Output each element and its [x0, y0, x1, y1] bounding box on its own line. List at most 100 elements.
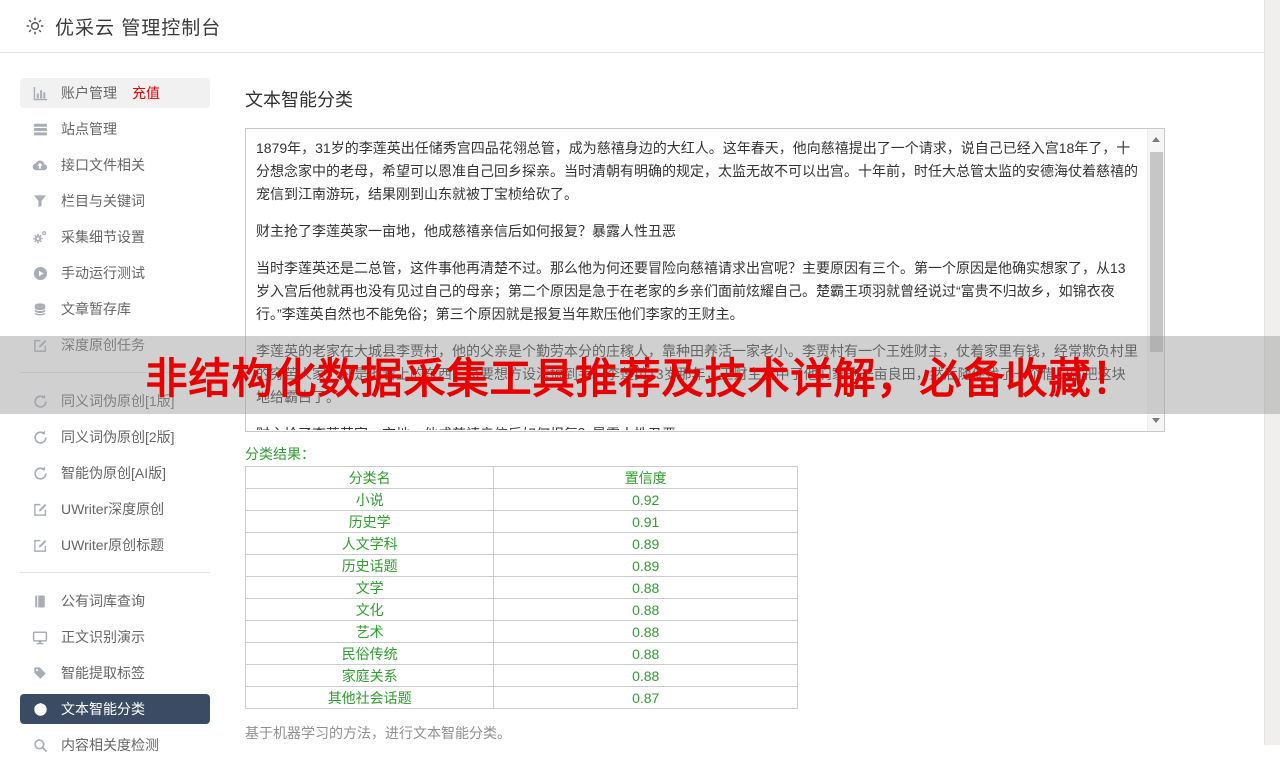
column-header: 分类名 — [244, 466, 495, 489]
app-header: 优采云 管理控制台 — [0, 0, 1280, 53]
watermark-banner: 非结构化数据采集工具推荐及技术详解，必备收藏！ — [0, 336, 1280, 414]
category-cell: 其他社会话题 — [244, 686, 495, 709]
filter-icon — [32, 193, 48, 209]
results-label: 分类结果： — [245, 446, 315, 462]
sidebar-item-ai-rewrite[interactable]: 智能伪原创[AI版] — [20, 458, 210, 488]
cloud-upload-icon — [32, 157, 48, 173]
play-icon — [32, 265, 48, 281]
classification-note: 基于机器学习的方法，进行文本智能分类。 — [245, 725, 511, 741]
category-cell: 小说 — [244, 488, 495, 511]
sidebar-item-manual-run-test[interactable]: 手动运行测试 — [20, 258, 210, 288]
table-row: 民俗传统 0.88 — [244, 642, 798, 665]
sidebar-item-label: 账户管理 — [61, 85, 117, 101]
sidebar-item-article-cache[interactable]: 文章暂存库 — [20, 294, 210, 324]
column-header: 置信度 — [493, 466, 798, 489]
confidence-cell: 0.89 — [493, 532, 798, 555]
sidebar-item-label: 公有词库查询 — [61, 593, 145, 609]
table-row: 人文学科 0.89 — [244, 532, 798, 555]
table-row: 历史学 0.91 — [244, 510, 798, 533]
server-icon — [32, 121, 48, 137]
sidebar-item-label: 智能提取标签 — [61, 665, 145, 681]
sidebar-item-label: 文本智能分类 — [61, 701, 145, 717]
sidebar-item-label: UWriter深度原创 — [61, 501, 165, 517]
sidebar-item-account-management[interactable]: 账户管理 充值 — [20, 78, 210, 108]
watermark-text: 非结构化数据采集工具推荐及技术详解，必备收藏！ — [145, 354, 1135, 402]
sidebar-item-synonym-rewrite-v2[interactable]: 同义词伪原创[2版] — [20, 422, 210, 452]
scroll-down-arrow-icon[interactable] — [1148, 412, 1164, 429]
results-table: 分类名 置信度 小说 0.92 历史学 0.91 人文学科 0.89 历史话题 0… — [244, 466, 798, 709]
table-row: 艺术 0.88 — [244, 620, 798, 643]
sidebar-item-text-classification[interactable]: 文本智能分类 — [20, 694, 210, 724]
textarea-paragraph: 1879年，31岁的李莲英出任储秀宫四品花翎总管，成为慈禧身边的大红人。这年春天… — [256, 140, 1138, 202]
search-icon — [32, 737, 48, 753]
confidence-cell: 0.92 — [493, 488, 798, 511]
confidence-cell: 0.88 — [493, 664, 798, 687]
category-cell: 文学 — [244, 576, 495, 599]
category-cell: 历史话题 — [244, 554, 495, 577]
sidebar-item-body-recognition-demo[interactable]: 正文识别演示 — [20, 622, 210, 652]
pie-icon — [32, 701, 48, 717]
textarea-scrollbar-thumb[interactable] — [1150, 152, 1163, 352]
sidebar-item-label: 同义词伪原创[2版] — [61, 429, 175, 445]
database-icon — [32, 301, 48, 317]
category-cell: 艺术 — [244, 620, 495, 643]
sidebar-divider — [20, 572, 210, 573]
table-header-row: 分类名 置信度 — [244, 466, 798, 489]
sidebar-item-label: 采集细节设置 — [61, 229, 145, 245]
table-row: 家庭关系 0.88 — [244, 664, 798, 687]
sidebar-item-uwriter-original-title[interactable]: UWriter原创标题 — [20, 530, 210, 560]
category-cell: 历史学 — [244, 510, 495, 533]
page-title: 文本智能分类 — [245, 90, 353, 110]
sidebar-item-content-relevance-check[interactable]: 内容相关度检测 — [20, 730, 210, 760]
sidebar-item-uwriter-deep-original[interactable]: UWriter深度原创 — [20, 494, 210, 524]
sidebar-item-smart-tag-extraction[interactable]: 智能提取标签 — [20, 658, 210, 688]
gear-icon[interactable] — [25, 16, 45, 36]
app-root: 优采云 管理控制台 账户管理 充值 站点管理 接口文件相关 栏目与关键词 采集细… — [0, 0, 1280, 753]
scroll-up-arrow-icon[interactable] — [1148, 131, 1164, 148]
textarea-paragraph: 财主抢了李莲英家一亩地，他成慈禧亲信后如何报复？暴露人性丑恶 — [256, 223, 676, 239]
sidebar-item-label: 正文识别演示 — [61, 629, 145, 645]
table-row: 历史话题 0.89 — [244, 554, 798, 577]
confidence-cell: 0.88 — [493, 620, 798, 643]
sidebar-item-public-lexicon-query[interactable]: 公有词库查询 — [20, 586, 210, 616]
app-title: 优采云 管理控制台 — [55, 17, 222, 39]
confidence-cell: 0.87 — [493, 686, 798, 709]
category-cell: 家庭关系 — [244, 664, 495, 687]
sidebar-item-label: 接口文件相关 — [61, 157, 145, 173]
sidebar-item-label: UWriter原创标题 — [61, 537, 165, 553]
sidebar-item-label: 站点管理 — [61, 121, 117, 137]
sidebar-item-label: 手动运行测试 — [61, 265, 145, 281]
sidebar-item-label: 内容相关度检测 — [61, 737, 159, 753]
sidebar-item-site-management[interactable]: 站点管理 — [20, 114, 210, 144]
category-cell: 人文学科 — [244, 532, 495, 555]
sidebar-item-label: 栏目与关键词 — [61, 193, 145, 209]
refresh-icon — [32, 465, 48, 481]
sidebar-item-collection-settings[interactable]: 采集细节设置 — [20, 222, 210, 252]
edit-icon — [32, 537, 48, 553]
refresh-icon — [32, 429, 48, 445]
table-row: 文化 0.88 — [244, 598, 798, 621]
monitor-icon — [32, 629, 48, 645]
category-cell: 民俗传统 — [244, 642, 495, 665]
sidebar-item-api-files[interactable]: 接口文件相关 — [20, 150, 210, 180]
table-row: 其他社会话题 0.87 — [244, 686, 798, 709]
tag-icon — [32, 665, 48, 681]
confidence-cell: 0.89 — [493, 554, 798, 577]
table-row: 小说 0.92 — [244, 488, 798, 511]
category-cell: 文化 — [244, 598, 495, 621]
recharge-badge[interactable]: 充值 — [132, 83, 160, 103]
sidebar-item-label: 文章暂存库 — [61, 301, 131, 317]
confidence-cell: 0.88 — [493, 642, 798, 665]
sidebar-item-label: 智能伪原创[AI版] — [61, 465, 167, 481]
confidence-cell: 0.91 — [493, 510, 798, 533]
sidebar-item-columns-keywords[interactable]: 栏目与关键词 — [20, 186, 210, 216]
edit-icon — [32, 501, 48, 517]
textarea-paragraph: 财主抢了李莲英家一亩地，他成慈禧亲信后如何报复？暴露人性丑恶 — [256, 423, 1139, 430]
table-row: 文学 0.88 — [244, 576, 798, 599]
gears-icon — [32, 229, 48, 245]
bar-chart-icon — [32, 85, 48, 101]
confidence-cell: 0.88 — [493, 576, 798, 599]
textarea-paragraph: 当时李莲英还是二总管，这件事他再清楚不过。那么他为何还要冒险向慈禧请求出宫呢？主… — [256, 260, 1126, 322]
confidence-cell: 0.88 — [493, 598, 798, 621]
book-icon — [32, 593, 48, 609]
